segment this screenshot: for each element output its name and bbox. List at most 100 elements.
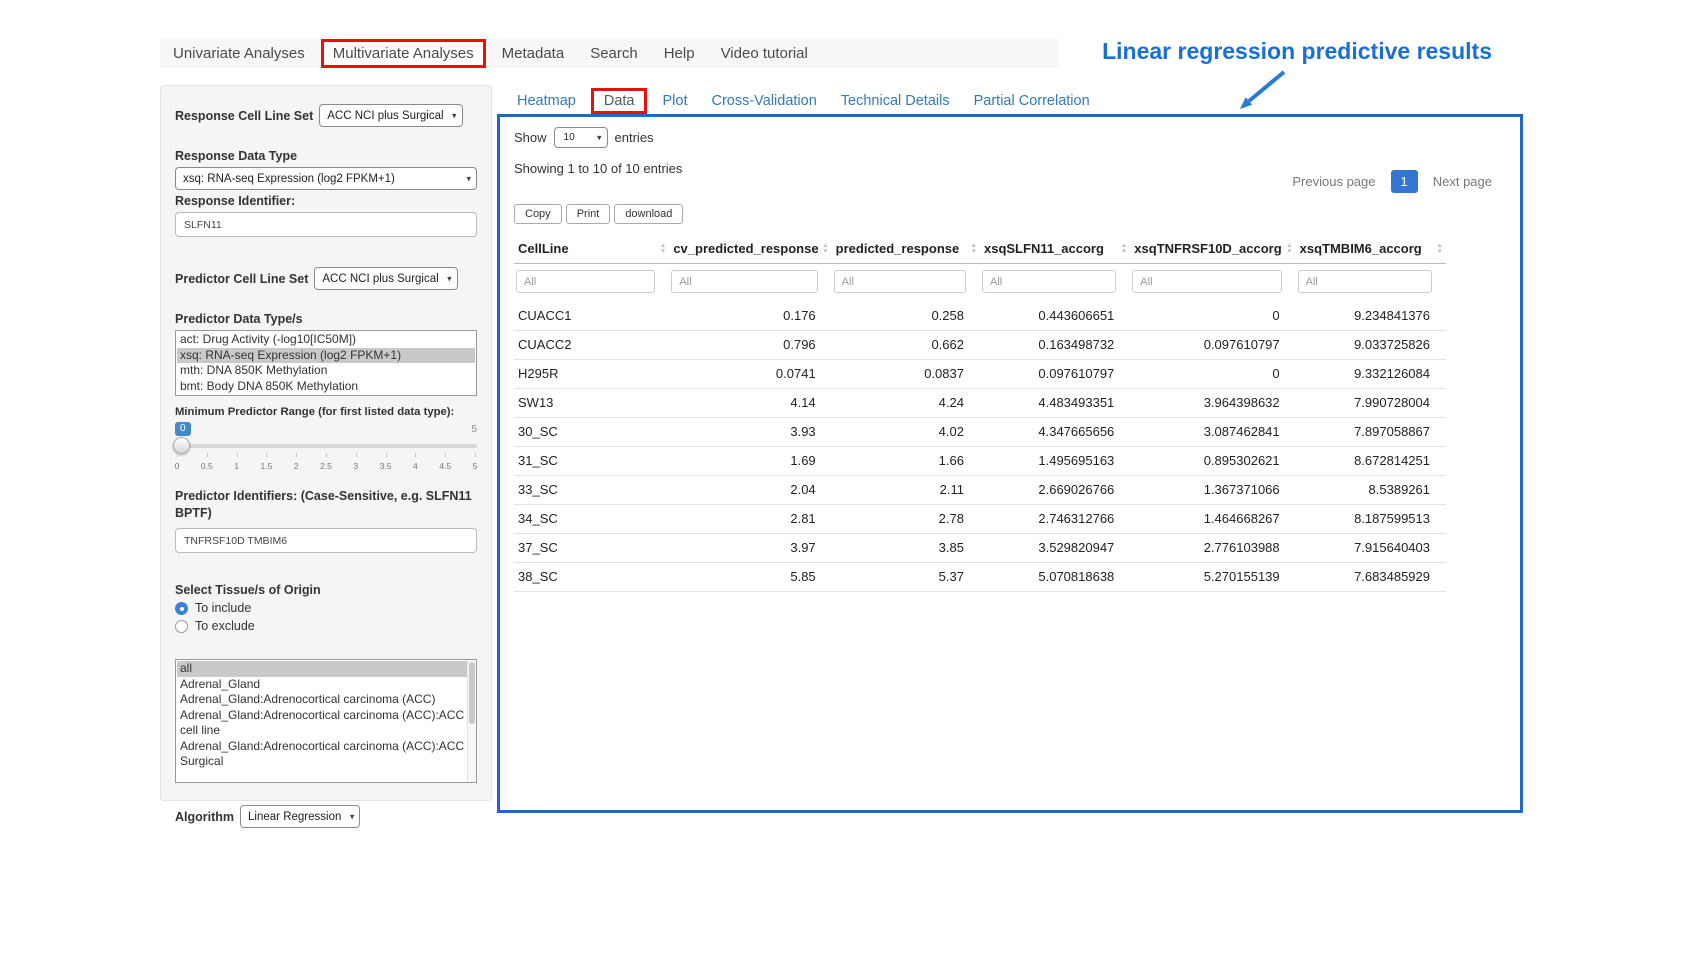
filter-input-xsqslfn11-accorg[interactable] — [982, 270, 1116, 293]
tab-heatmap[interactable]: Heatmap — [505, 89, 588, 113]
nav-item-video-tutorial[interactable]: Video tutorial — [708, 45, 821, 62]
show-entries-suffix: entries — [615, 130, 654, 145]
tissue-option[interactable]: Adrenal_Gland:Adrenocortical carcinoma (… — [177, 739, 475, 770]
slider-handle[interactable] — [173, 437, 190, 454]
nav-item-univariate-analyses[interactable]: Univariate Analyses — [160, 45, 318, 62]
radio-option-to-include[interactable]: To include — [175, 601, 477, 615]
filter-input-predicted-response[interactable] — [834, 270, 966, 293]
response-identifier-input[interactable] — [175, 212, 477, 237]
annotation-arrow-icon — [1222, 66, 1302, 118]
filter-cell — [669, 264, 831, 302]
nav-item-help[interactable]: Help — [651, 45, 708, 62]
cell-value: 2.11 — [832, 475, 980, 504]
filter-cell — [1130, 264, 1295, 302]
print-button[interactable]: Print — [566, 204, 611, 224]
cell-value: 2.669026766 — [980, 475, 1130, 504]
predictor-data-type-option-act[interactable]: act: Drug Activity (-log10[IC50M]) — [177, 332, 475, 348]
algorithm-label: Algorithm — [175, 810, 234, 824]
slider-tick-label: 5 — [473, 461, 478, 471]
tissue-option[interactable]: all — [177, 661, 475, 677]
slider-value-chip: 0 — [175, 422, 191, 436]
tissue-option[interactable]: Adrenal_Gland:Adrenocortical carcinoma (… — [177, 708, 475, 739]
tissue-option[interactable]: Adrenal_Gland — [177, 677, 475, 693]
slider-tick-mark — [296, 453, 297, 457]
column-header-xsqslfn11-accorg[interactable]: xsqSLFN11_accorg▲▼ — [980, 234, 1130, 264]
column-header-label: CellLine — [518, 241, 569, 256]
table-row[interactable]: CUACC10.1760.2580.44360665109.234841376 — [514, 301, 1446, 330]
annotation-text: Linear regression predictive results — [1040, 38, 1492, 65]
cell-value: 0.176 — [669, 301, 831, 330]
table-row[interactable]: SW134.144.244.4834933513.9643986327.9907… — [514, 388, 1446, 417]
cell-value: 9.332126084 — [1296, 359, 1446, 388]
nav-item-search[interactable]: Search — [577, 45, 651, 62]
cell-cellline: SW13 — [514, 388, 669, 417]
column-header-xsqtmbim6-accorg[interactable]: xsqTMBIM6_accorg▲▼ — [1296, 234, 1446, 264]
predictor-data-type-option-xsq[interactable]: xsq: RNA-seq Expression (log2 FPKM+1) — [177, 348, 475, 364]
response-cell-line-set-label: Response Cell Line Set — [175, 109, 313, 123]
filter-input-xsqtmbim6-accorg[interactable] — [1298, 270, 1432, 293]
column-header-predicted-response[interactable]: predicted_response▲▼ — [832, 234, 980, 264]
table-row[interactable]: 34_SC2.812.782.7463127661.4646682678.187… — [514, 504, 1446, 533]
tissue-option[interactable]: Adrenal_Gland:Adrenocortical carcinoma (… — [177, 692, 475, 708]
cell-value: 0.0837 — [832, 359, 980, 388]
copy-button[interactable]: Copy — [514, 204, 562, 224]
cell-value: 1.66 — [832, 446, 980, 475]
cell-value: 2.04 — [669, 475, 831, 504]
tab-cross-validation[interactable]: Cross-Validation — [699, 89, 828, 113]
table-row[interactable]: 37_SC3.973.853.5298209472.7761039887.915… — [514, 533, 1446, 562]
predictor-identifiers-input[interactable] — [175, 528, 477, 553]
sort-icon: ▲▼ — [1437, 243, 1443, 255]
nav-item-multivariate-analyses[interactable]: Multivariate Analyses — [321, 39, 486, 68]
filter-input-cv-predicted-response[interactable] — [671, 270, 817, 293]
cell-value: 3.087462841 — [1130, 417, 1295, 446]
next-page-button[interactable]: Next page — [1423, 169, 1502, 194]
cell-value: 7.683485929 — [1296, 562, 1446, 591]
slider-tick-mark — [445, 453, 446, 457]
filter-input-xsqtnfrsf10d-accorg[interactable] — [1132, 270, 1281, 293]
tab-partial-correlation[interactable]: Partial Correlation — [962, 89, 1102, 113]
radio-option-to-exclude[interactable]: To exclude — [175, 619, 477, 633]
table-row[interactable]: H295R0.07410.08370.09761079709.332126084 — [514, 359, 1446, 388]
table-row[interactable]: CUACC20.7960.6620.1634987320.0976107979.… — [514, 330, 1446, 359]
scrollbar-thumb[interactable] — [469, 662, 475, 724]
slider-tick-mark — [415, 453, 416, 457]
response-cell-line-set-select[interactable]: ACC NCI plus Surgical ▾ — [319, 104, 462, 127]
tab-technical-details[interactable]: Technical Details — [829, 89, 962, 113]
sort-icon: ▲▼ — [822, 243, 828, 255]
slider-tick-mark — [475, 453, 476, 457]
table-row[interactable]: 30_SC3.934.024.3476656563.0874628417.897… — [514, 417, 1446, 446]
entries-select-value: 10 — [564, 132, 575, 143]
column-header-cellline[interactable]: CellLine▲▼ — [514, 234, 669, 264]
table-row[interactable]: 38_SC5.855.375.0708186385.2701551397.683… — [514, 562, 1446, 591]
entries-select[interactable]: 10 ▾ — [554, 127, 608, 148]
table-row[interactable]: 33_SC2.042.112.6690267661.3673710668.538… — [514, 475, 1446, 504]
slider-tick-mark — [326, 453, 327, 457]
download-button[interactable]: download — [614, 204, 683, 224]
column-header-xsqtnfrsf10d-accorg[interactable]: xsqTNFRSF10D_accorg▲▼ — [1130, 234, 1295, 264]
page-1-button[interactable]: 1 — [1391, 170, 1418, 193]
slider-track[interactable] — [175, 444, 477, 448]
cell-value: 2.81 — [669, 504, 831, 533]
predictor-cell-line-set-select[interactable]: ACC NCI plus Surgical ▾ — [314, 267, 457, 290]
tab-plot[interactable]: Plot — [650, 89, 699, 113]
cell-value: 0.662 — [832, 330, 980, 359]
radio-label: To include — [195, 601, 251, 615]
response-data-type-select[interactable]: xsq: RNA-seq Expression (log2 FPKM+1) ▾ — [175, 167, 477, 190]
nav-item-metadata[interactable]: Metadata — [489, 45, 578, 62]
algorithm-select[interactable]: Linear Regression ▾ — [240, 805, 360, 828]
cell-value: 3.85 — [832, 533, 980, 562]
radio-label: To exclude — [195, 619, 255, 633]
sort-icon: ▲▼ — [1121, 243, 1127, 255]
sort-down-arrow: ▼ — [660, 249, 666, 255]
previous-page-button[interactable]: Previous page — [1282, 169, 1385, 194]
table-row[interactable]: 31_SC1.691.661.4956951630.8953026218.672… — [514, 446, 1446, 475]
sort-down-arrow: ▼ — [1286, 249, 1292, 255]
cell-cellline: 30_SC — [514, 417, 669, 446]
scrollbar[interactable] — [467, 660, 476, 782]
cell-value: 1.69 — [669, 446, 831, 475]
tab-data[interactable]: Data — [591, 88, 648, 114]
predictor-data-type-option-bmt[interactable]: bmt: Body DNA 850K Methylation — [177, 379, 475, 395]
column-header-cv-predicted-response[interactable]: cv_predicted_response▲▼ — [669, 234, 831, 264]
predictor-data-type-option-mth[interactable]: mth: DNA 850K Methylation — [177, 363, 475, 379]
filter-input-cellline[interactable] — [516, 270, 655, 293]
